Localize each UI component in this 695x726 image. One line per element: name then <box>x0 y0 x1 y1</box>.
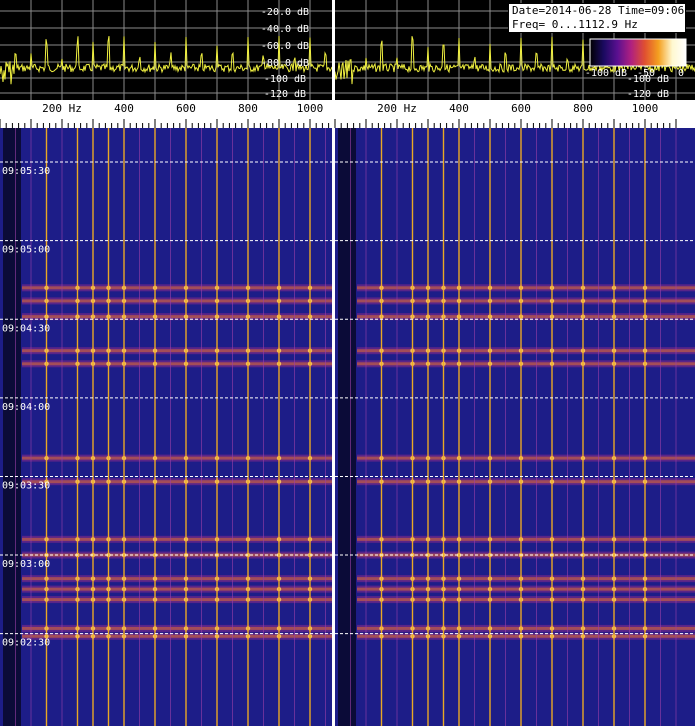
frequency-tick-label: 400 <box>449 102 469 115</box>
time-label: 09:02:30 <box>2 638 50 649</box>
time-label: 09:05:00 <box>2 245 50 256</box>
activity-core <box>22 299 332 303</box>
date-time-text: Date=2014-06-28 Time=09:06 <box>512 4 685 17</box>
activity-core <box>22 480 332 484</box>
db-label: -120 dB <box>627 89 669 100</box>
activity-core <box>22 537 332 541</box>
waterfall-panel-1 <box>0 128 332 726</box>
colorbar-label: -100 dB <box>585 68 627 79</box>
activity-core <box>22 315 332 319</box>
frequency-tick-label: 1000 <box>632 102 659 115</box>
activity-core <box>22 598 332 602</box>
frequency-range-text: Freq= 0...1112.9 Hz <box>512 18 638 31</box>
spectrum-lab-display: 09:05:30 09:05:00 09:04:30 09:04:00 09:03:30… <box>0 0 695 726</box>
activity-core <box>22 349 332 353</box>
frequency-tick-label: 200 Hz <box>377 102 417 115</box>
activity-core <box>22 626 332 630</box>
colorbar <box>589 38 687 67</box>
frequency-tick-label: 1000 <box>297 102 324 115</box>
panel-divider <box>332 0 335 726</box>
time-label: 09:03:30 <box>2 480 50 491</box>
activity-core <box>22 286 332 290</box>
activity-core <box>22 456 332 460</box>
frequency-tick-label: 600 <box>176 102 196 115</box>
db-label: -120 dB <box>264 89 306 100</box>
frequency-tick-label: 200 Hz <box>42 102 82 115</box>
colorbar-label: 0 <box>678 68 684 79</box>
low-frequency-band <box>338 128 356 726</box>
frequency-tick-label: 800 <box>573 102 593 115</box>
db-label: -20.0 dB <box>261 7 309 18</box>
db-label: -100 dB <box>264 74 306 85</box>
low-frequency-band <box>3 128 21 726</box>
db-label: -80.0 dB <box>261 58 309 69</box>
time-label: 09:03:00 <box>2 559 50 570</box>
frequency-tick-label: 400 <box>114 102 134 115</box>
waterfall-panel-2 <box>335 128 695 726</box>
frequency-tick-label: 600 <box>511 102 531 115</box>
db-label: -60.0 dB <box>261 41 309 52</box>
date-time-info: Date=2014-06-28 Time=09:06 Freq= 0...1112… <box>508 3 686 33</box>
time-label: 09:04:30 <box>2 323 50 334</box>
time-label: 09:04:00 <box>2 402 50 413</box>
activity-core <box>22 634 332 638</box>
activity-core <box>22 577 332 581</box>
colorbar-label: -50 <box>637 68 655 79</box>
frequency-tick-label: 800 <box>238 102 258 115</box>
activity-core <box>22 587 332 591</box>
activity-core <box>22 362 332 366</box>
spectrogram-canvas: 09:05:30 09:05:00 09:04:30 09:04:00 09:03:30… <box>0 0 695 726</box>
db-label: -40.0 dB <box>261 24 309 35</box>
time-label: 09:05:30 <box>2 166 50 177</box>
